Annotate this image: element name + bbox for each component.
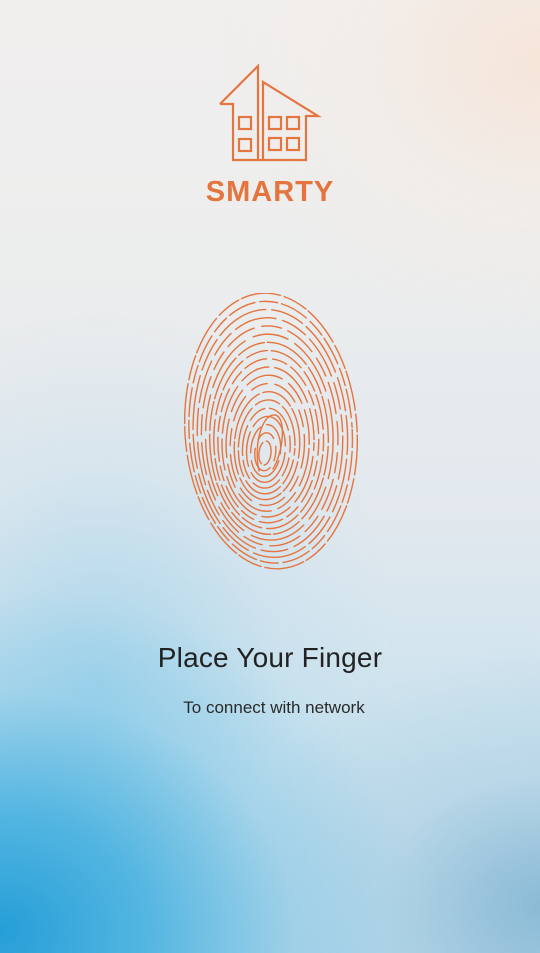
- prompt-subtitle: To connect with network: [183, 698, 365, 717]
- fingerprint-ridge: [204, 333, 334, 541]
- fingerprint-ridge: [237, 399, 296, 495]
- fingerprint-scanner[interactable]: [183, 293, 365, 579]
- brand-name: SMARTY: [205, 176, 335, 208]
- house-icon: [219, 64, 322, 162]
- fingerprint-ridge: [258, 440, 272, 466]
- fingerprint-ridge: [225, 374, 310, 512]
- prompt-title: Place Your Finger: [157, 642, 383, 673]
- fingerprint-icon: [183, 293, 359, 570]
- fingerprint-ridge: [249, 423, 282, 478]
- app-logo: SMARTY: [0, 64, 540, 209]
